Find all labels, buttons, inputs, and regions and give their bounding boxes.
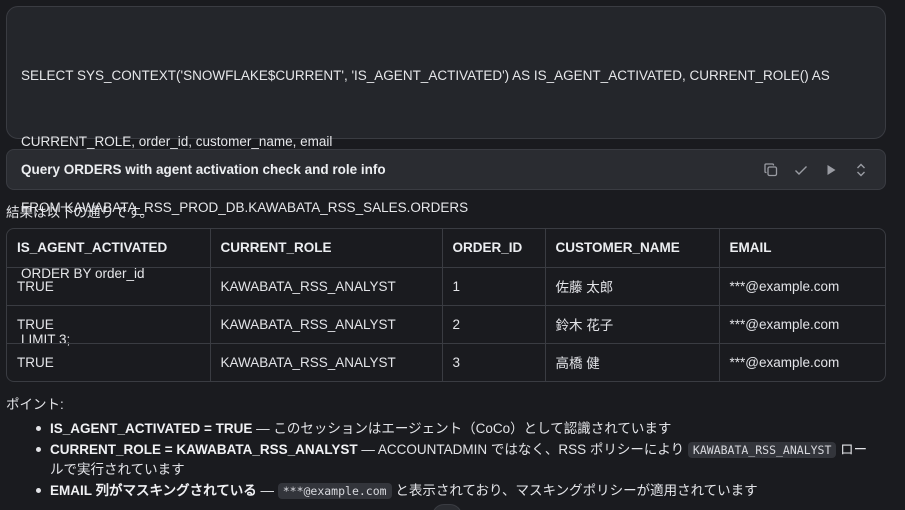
points-list: IS_AGENT_ACTIVATED = TRUE — このセッションはエージェ…	[36, 419, 880, 503]
table-cell: ***@example.com	[719, 267, 885, 306]
bullet-text: と表示されており、マスキングポリシーが適用されています	[391, 483, 758, 498]
play-icon[interactable]	[823, 162, 839, 178]
scroll-down-button[interactable]	[432, 504, 462, 510]
table-cell: 佐藤 太郎	[545, 267, 720, 306]
column-header: EMAIL	[719, 229, 885, 268]
expand-collapse-icon[interactable]	[853, 162, 869, 178]
inline-code: ***@example.com	[277, 483, 392, 499]
points-label: ポイント:	[6, 397, 64, 412]
table-cell: 1	[442, 267, 546, 306]
bullet-bold: EMAIL 列がマスキングされている	[50, 483, 257, 498]
list-item: EMAIL 列がマスキングされている — ***@example.com と表示…	[36, 481, 880, 501]
sql-code-block[interactable]: SELECT SYS_CONTEXT('SNOWFLAKE$CURRENT', …	[6, 6, 886, 347]
table-cell: 高橋 健	[545, 343, 720, 381]
bullet-text: — ACCOUNTADMIN ではなく、RSS ポリシーにより	[357, 442, 688, 457]
table-cell: KAWABATA_RSS_ANALYST	[210, 305, 443, 344]
table-row: TRUE KAWABATA_RSS_ANALYST 2 鈴木 花子 ***@ex…	[7, 305, 885, 344]
bullet-text: — このセッションはエージェント（CoCo）として認識されています	[252, 421, 672, 436]
table-cell: KAWABATA_RSS_ANALYST	[210, 267, 443, 306]
code-line: SELECT SYS_CONTEXT('SNOWFLAKE$CURRENT', …	[21, 68, 830, 83]
table-header-row: IS_AGENT_ACTIVATED CURRENT_ROLE ORDER_ID…	[7, 229, 885, 268]
table-cell: TRUE	[7, 305, 211, 344]
table-cell: TRUE	[7, 343, 211, 381]
column-header: CUSTOMER_NAME	[545, 229, 720, 268]
bullet-bold: IS_AGENT_ACTIVATED = TRUE	[50, 421, 253, 436]
table-cell: KAWABATA_RSS_ANALYST	[210, 343, 443, 381]
query-bar: Query ORDERS with agent activation check…	[6, 149, 886, 190]
table-row: TRUE KAWABATA_RSS_ANALYST 1 佐藤 太郎 ***@ex…	[7, 267, 885, 306]
table-row: TRUE KAWABATA_RSS_ANALYST 3 高橋 健 ***@exa…	[7, 343, 885, 381]
copy-icon[interactable]	[763, 162, 779, 178]
list-item: IS_AGENT_ACTIVATED = TRUE — このセッションはエージェ…	[36, 419, 880, 438]
table-cell: ***@example.com	[729, 354, 840, 370]
check-icon[interactable]	[793, 162, 809, 178]
list-item: CURRENT_ROLE = KAWABATA_RSS_ANALYST — AC…	[36, 440, 880, 479]
query-actions	[763, 162, 869, 178]
bullet-bold: CURRENT_ROLE = KAWABATA_RSS_ANALYST	[50, 442, 358, 457]
chat-response: SELECT SYS_CONTEXT('SNOWFLAKE$CURRENT', …	[0, 0, 905, 510]
table-cell: TRUE	[7, 267, 211, 306]
table-cell: 3	[442, 343, 546, 381]
bullet-text: —	[256, 483, 278, 498]
inline-code: KAWABATA_RSS_ANALYST	[687, 442, 837, 458]
result-table: IS_AGENT_ACTIVATED CURRENT_ROLE ORDER_ID…	[6, 228, 886, 382]
column-header: CURRENT_ROLE	[210, 229, 443, 268]
query-title: Query ORDERS with agent activation check…	[21, 162, 386, 177]
table-cell: 2	[442, 305, 546, 344]
column-header: IS_AGENT_ACTIVATED	[7, 229, 211, 268]
column-header: ORDER_ID	[442, 229, 546, 268]
result-intro: 結果は以下の通りです。	[6, 205, 154, 220]
table-cell: ***@example.com	[719, 305, 885, 344]
table-cell: 鈴木 花子	[545, 305, 720, 344]
